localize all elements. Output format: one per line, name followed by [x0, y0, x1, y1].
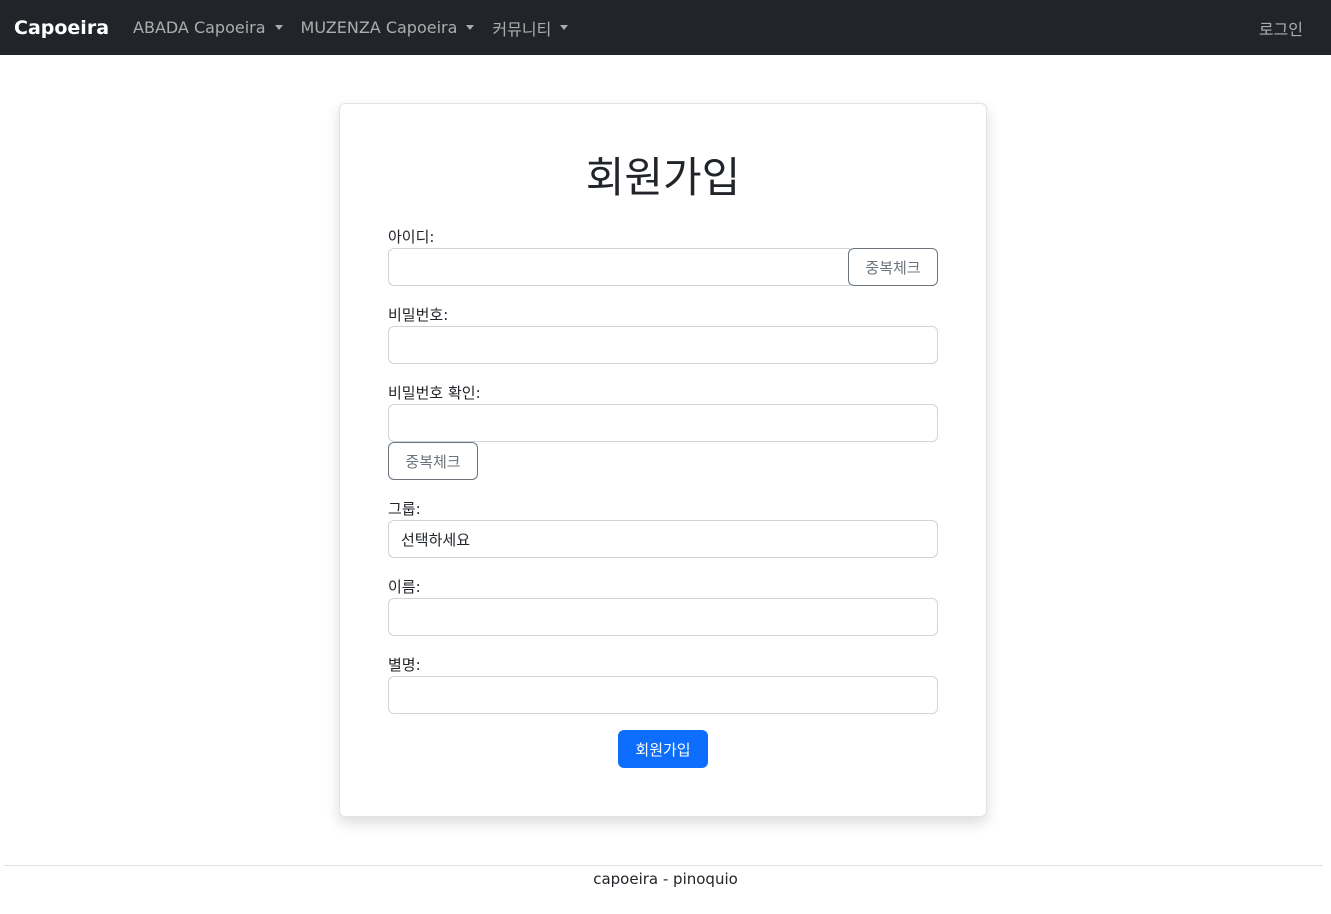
- password-check-button[interactable]: 중복체크: [388, 442, 478, 480]
- nav-dropdown-community[interactable]: 커뮤니티: [492, 16, 569, 40]
- nav-dropdown-muzenza[interactable]: MUZENZA Capoeira: [301, 18, 475, 37]
- password-confirm-label: 비밀번호 확인:: [388, 384, 481, 402]
- page-title: 회원가입: [585, 153, 741, 202]
- caret-down-icon: [560, 25, 569, 30]
- nickname-input[interactable]: [388, 676, 938, 714]
- group-label: 그룹:: [388, 500, 421, 518]
- caret-down-icon: [274, 25, 283, 30]
- id-check-button[interactable]: 중복체크: [848, 248, 938, 286]
- footer-divider: [4, 865, 1323, 866]
- signup-card: 회원가입 아이디: 중복체크 비밀번호: 비밀번호 확인: 중복체크 그룹: 선…: [339, 103, 987, 817]
- id-label: 아이디:: [388, 228, 435, 246]
- name-label: 이름:: [388, 578, 421, 596]
- nav-item-label: MUZENZA Capoeira: [300, 18, 458, 37]
- id-input[interactable]: [388, 248, 850, 286]
- password-label: 비밀번호:: [388, 306, 449, 324]
- nav-item-label: ABADA Capoeira: [133, 18, 266, 37]
- nav-dropdown-abada[interactable]: ABADA Capoeira: [133, 18, 283, 37]
- brand-link[interactable]: Capoeira: [14, 17, 109, 39]
- caret-down-icon: [466, 25, 475, 30]
- signup-submit-button[interactable]: 회원가입: [618, 730, 708, 768]
- password-confirm-input[interactable]: [388, 404, 938, 442]
- navbar: Capoeira ABADA Capoeira MUZENZA Capoeira…: [0, 0, 1331, 55]
- group-select-value: 선택하세요: [401, 530, 471, 549]
- password-input[interactable]: [388, 326, 938, 364]
- group-select[interactable]: 선택하세요: [388, 520, 938, 558]
- nickname-label: 별명:: [388, 656, 421, 674]
- login-link[interactable]: 로그인: [1259, 16, 1303, 40]
- name-input[interactable]: [388, 598, 938, 636]
- nav-item-label: 커뮤니티: [492, 19, 552, 39]
- footer-text: capoeira - pinoquio: [593, 870, 738, 888]
